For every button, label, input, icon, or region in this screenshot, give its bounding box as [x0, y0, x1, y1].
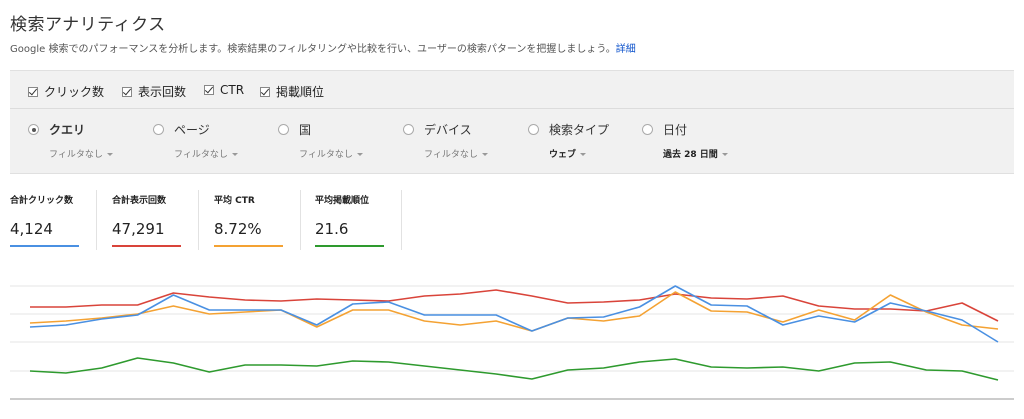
group-search-type[interactable]: 検索タイプ ウェブ — [528, 121, 609, 160]
summary-cards: 合計クリック数 4,124 合計表示回数 47,291 平均 CTR 8.72%… — [0, 190, 420, 250]
card-value: 8.72% — [214, 220, 262, 238]
group-label: 検索タイプ — [549, 123, 610, 137]
group-label: 国 — [299, 123, 312, 137]
checkbox-checked-icon[interactable] — [122, 86, 132, 97]
card-value: 4,124 — [10, 220, 53, 238]
card-divider — [96, 190, 97, 250]
group-filter-dropdown[interactable]: フィルタなし — [49, 147, 113, 160]
group-filter-dropdown[interactable]: ウェブ — [549, 147, 609, 160]
radio-icon[interactable] — [278, 124, 289, 135]
card-divider — [300, 190, 301, 250]
group-filter-dropdown[interactable]: フィルタなし — [424, 147, 488, 160]
group-country[interactable]: 国 フィルタなし — [278, 121, 363, 160]
metric-checkbox-clicks[interactable]: クリック数 — [28, 83, 104, 100]
series-line-0 — [30, 289, 999, 322]
card-title: 平均掲載順位 — [315, 196, 370, 206]
radio-icon[interactable] — [153, 124, 164, 135]
group-label: クエリ — [49, 123, 86, 137]
group-filter-dropdown[interactable]: 過去 28 日間 — [663, 147, 728, 160]
metric-checkbox-position[interactable]: 掲載順位 — [260, 83, 324, 100]
card-title: 合計クリック数 — [10, 196, 74, 206]
metric-label: 表示回数 — [138, 85, 187, 99]
group-label: 日付 — [663, 123, 688, 137]
card-color-bar — [315, 245, 384, 247]
card-title: 平均 CTR — [214, 196, 255, 206]
filter-panel: クリック数 表示回数 CTR 掲載順位 クエリ フィルタなし ページ フィルタな… — [10, 70, 1014, 174]
metric-checkbox-impressions[interactable]: 表示回数 — [122, 83, 186, 100]
card-value: 21.6 — [315, 220, 349, 238]
card-color-bar — [214, 245, 283, 247]
radio-selected-icon[interactable] — [28, 124, 39, 135]
group-row: クエリ フィルタなし ページ フィルタなし 国 フィルタなし デバイス フィルタ… — [10, 109, 1014, 175]
caret-down-icon — [231, 153, 238, 156]
metric-checkbox-ctr[interactable]: CTR — [204, 83, 244, 97]
group-device[interactable]: デバイス フィルタなし — [403, 121, 488, 160]
card-title: 合計表示回数 — [112, 196, 167, 206]
card-divider — [198, 190, 199, 250]
summary-card-ctr[interactable]: 平均 CTR 8.72% — [204, 190, 300, 250]
description-text: Google 検索でのパフォーマンスを分析します。検索結果のフィルタリングや比較… — [10, 44, 616, 55]
summary-card-position[interactable]: 平均掲載順位 21.6 — [305, 190, 401, 250]
checkbox-checked-icon[interactable] — [204, 85, 214, 95]
summary-card-clicks[interactable]: 合計クリック数 4,124 — [0, 190, 96, 250]
card-color-bar — [112, 245, 181, 247]
radio-icon[interactable] — [403, 124, 414, 135]
metric-label: 掲載順位 — [276, 85, 325, 99]
caret-down-icon — [580, 153, 587, 156]
group-filter-dropdown[interactable]: フィルタなし — [174, 147, 238, 160]
card-divider — [401, 190, 402, 250]
group-label: デバイス — [424, 123, 472, 137]
caret-down-icon — [356, 153, 363, 156]
performance-chart[interactable] — [10, 270, 1014, 410]
checkbox-checked-icon[interactable] — [260, 86, 270, 97]
series-line-1 — [29, 291, 999, 332]
details-link[interactable]: 詳細 — [616, 44, 636, 55]
summary-card-impressions[interactable]: 合計表示回数 47,291 — [102, 190, 198, 250]
caret-down-icon — [481, 153, 488, 156]
page-title: 検索アナリティクス — [10, 15, 166, 35]
checkbox-checked-icon[interactable] — [28, 86, 38, 97]
radio-icon[interactable] — [528, 124, 539, 135]
group-page[interactable]: ページ フィルタなし — [153, 121, 238, 160]
group-query[interactable]: クエリ フィルタなし — [28, 121, 113, 160]
group-filter-dropdown[interactable]: フィルタなし — [299, 147, 363, 160]
group-label: ページ — [174, 123, 210, 137]
radio-icon[interactable] — [642, 124, 653, 135]
series-line-3 — [29, 357, 999, 381]
metric-label: CTR — [220, 83, 245, 97]
metric-row: クリック数 表示回数 CTR 掲載順位 — [10, 71, 1014, 109]
group-date[interactable]: 日付 過去 28 日間 — [642, 121, 728, 160]
caret-down-icon — [106, 153, 113, 156]
metric-label: クリック数 — [44, 85, 105, 99]
caret-down-icon — [721, 153, 728, 156]
page-description: Google 検索でのパフォーマンスを分析します。検索結果のフィルタリングや比較… — [10, 40, 636, 55]
card-value: 47,291 — [112, 220, 165, 238]
card-color-bar — [10, 245, 79, 247]
